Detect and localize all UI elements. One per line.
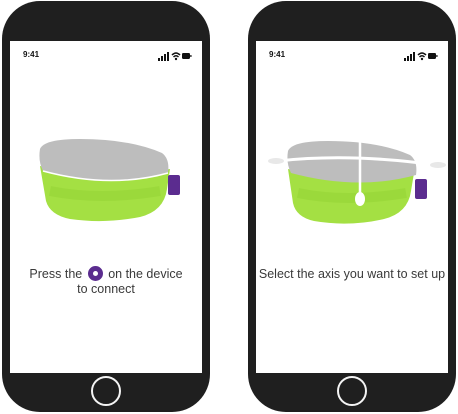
home-button[interactable]	[337, 376, 367, 406]
axis-right-end	[430, 162, 446, 168]
device-button-icon	[87, 266, 103, 281]
vertical-axis-knob	[355, 192, 365, 206]
sensor-axis-illustration	[268, 135, 446, 224]
caption-part-3: to connect	[77, 282, 135, 296]
device-side-button	[415, 179, 427, 199]
phone-left: 9:41 Press the on the device to connect	[2, 1, 210, 412]
sensor-device-illustration	[39, 139, 180, 222]
device-side-button	[168, 175, 180, 195]
screen-select-axis: 9:41 Select the axis you want to set up	[256, 41, 448, 373]
home-button[interactable]	[91, 376, 121, 406]
phone-right: 9:41 Select the axis you want to set up	[248, 1, 456, 412]
select-axis-instruction: Select the axis you want to set up	[258, 267, 446, 281]
caption-part-1: Press the	[29, 267, 83, 281]
axis-left-end	[268, 158, 284, 164]
connect-instruction: Press the on the device to connect	[10, 266, 202, 297]
caption-part-2: on the device	[108, 267, 183, 281]
screen-connect: 9:41 Press the on the device to connect	[10, 41, 202, 373]
